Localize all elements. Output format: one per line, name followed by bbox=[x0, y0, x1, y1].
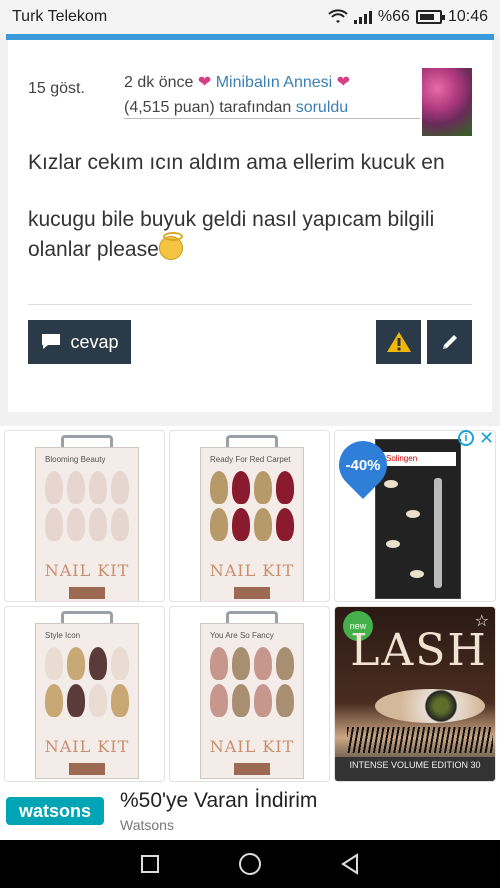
triangle-back-icon bbox=[341, 853, 358, 875]
leaf-pattern bbox=[410, 570, 424, 578]
pencil-icon bbox=[442, 335, 457, 349]
warning-icon bbox=[386, 332, 411, 352]
reply-label: cevap bbox=[70, 331, 119, 352]
nail-kit-label: NAIL KIT bbox=[209, 561, 295, 580]
report-button[interactable] bbox=[376, 320, 421, 364]
leaf-pattern bbox=[406, 510, 420, 518]
reply-button[interactable]: cevap bbox=[28, 320, 131, 364]
solingen-logo: Solingen bbox=[382, 452, 456, 466]
ad-banner[interactable]: watsons %50'ye Varan İndirim Watsons bbox=[0, 789, 500, 839]
angel-emoji-icon bbox=[158, 232, 183, 260]
home-button[interactable] bbox=[230, 844, 270, 884]
nails-image bbox=[45, 471, 129, 541]
question-text: Kızlar cekım ıcın aldım ama ellerim kucu… bbox=[28, 148, 478, 265]
heart-icon: ❤ bbox=[336, 74, 351, 91]
brand-logo bbox=[234, 587, 270, 599]
nail-file-image bbox=[434, 478, 442, 588]
actions-divider bbox=[28, 304, 472, 305]
product-subtitle: You Are So Fancy bbox=[210, 631, 274, 640]
lash-strip-image bbox=[347, 727, 493, 753]
lash-band: INTENSE VOLUME EDITION 30 bbox=[335, 757, 495, 781]
navigation-bar bbox=[0, 840, 500, 888]
view-count: 15 göst. bbox=[28, 80, 85, 97]
ad-tile[interactable]: Ready For Red Carpet NAIL KIT bbox=[169, 430, 330, 602]
ad-tile[interactable]: Blooming Beauty NAIL KIT bbox=[4, 430, 165, 602]
ad-tile[interactable]: new ☆ LASH INTENSE VOLUME EDITION 30 bbox=[334, 606, 496, 782]
circle-icon bbox=[239, 853, 261, 875]
leaf-pattern bbox=[386, 540, 400, 548]
ad-grid: Blooming Beauty NAIL KIT Ready For Red C… bbox=[0, 426, 500, 840]
discount-text: -40% bbox=[345, 456, 381, 474]
status-bar: Turk Telekom %66 10:46 bbox=[0, 0, 500, 34]
heart-icon: ❤ bbox=[197, 74, 212, 91]
battery-percent: %66 bbox=[377, 8, 410, 25]
clock: 10:46 bbox=[447, 8, 488, 25]
author-link[interactable]: Minibalın Annesi bbox=[216, 74, 333, 91]
ad-tile[interactable]: Solingen -40% bbox=[334, 430, 496, 602]
ad-advertiser: Watsons bbox=[120, 817, 174, 833]
nails-image bbox=[210, 471, 294, 541]
question-line-2: kucugu bile buyuk geldi nasıl yapıcam bi… bbox=[28, 205, 478, 265]
product-subtitle: Ready For Red Carpet bbox=[210, 455, 291, 464]
nails-image bbox=[45, 647, 129, 717]
status-icons: %66 10:46 bbox=[328, 8, 488, 26]
product-subtitle: Style Icon bbox=[45, 631, 81, 640]
leaf-pattern bbox=[384, 480, 398, 488]
nails-image bbox=[210, 647, 294, 717]
ad-tile[interactable]: You Are So Fancy NAIL KIT bbox=[169, 606, 330, 782]
battery-icon bbox=[415, 10, 445, 24]
meta-divider bbox=[124, 118, 420, 119]
nail-kit-label: NAIL KIT bbox=[44, 737, 130, 756]
watsons-logo: watsons bbox=[6, 797, 104, 825]
ad-tile[interactable]: Style Icon NAIL KIT bbox=[4, 606, 165, 782]
solingen-package: Solingen bbox=[375, 439, 461, 599]
nail-kit-label: NAIL KIT bbox=[209, 737, 295, 756]
author-points: (4,515 puan) bbox=[124, 99, 215, 116]
recents-button[interactable] bbox=[130, 844, 170, 884]
square-icon bbox=[141, 855, 159, 873]
wifi-icon bbox=[328, 9, 348, 23]
product-subtitle: Blooming Beauty bbox=[45, 455, 106, 464]
brand-logo bbox=[69, 587, 105, 599]
ad-close-icon[interactable]: ✕ bbox=[479, 428, 494, 449]
comment-icon bbox=[42, 334, 61, 349]
nail-kit-label: NAIL KIT bbox=[44, 561, 130, 580]
time-ago: 2 dk önce bbox=[124, 74, 194, 91]
question-line: kucugu bile buyuk geldi nasıl yapıcam bi… bbox=[28, 208, 435, 261]
lash-title: LASH bbox=[350, 625, 488, 676]
asked-link[interactable]: soruldu bbox=[296, 99, 348, 116]
brand-logo bbox=[234, 763, 270, 775]
brand-logo bbox=[69, 763, 105, 775]
ad-info-icon[interactable]: i bbox=[458, 430, 474, 446]
author-avatar[interactable] bbox=[422, 68, 472, 136]
back-button[interactable] bbox=[330, 844, 370, 884]
edit-button[interactable] bbox=[427, 320, 472, 364]
by-text: tarafından bbox=[219, 99, 292, 116]
eye-image bbox=[375, 689, 485, 723]
lash-package: new ☆ LASH INTENSE VOLUME EDITION 30 bbox=[335, 607, 495, 781]
question-line: Kızlar cekım ıcın aldım ama ellerim kucu… bbox=[28, 151, 445, 174]
question-card: 15 göst. 2 dk önce ❤ Minibalın Annesi ❤ … bbox=[8, 40, 492, 412]
ad-title: %50'ye Varan İndirim bbox=[120, 789, 318, 812]
carrier-name: Turk Telekom bbox=[12, 8, 108, 25]
signal-icon bbox=[353, 10, 372, 24]
post-meta: 2 dk önce ❤ Minibalın Annesi ❤ (4,515 pu… bbox=[124, 70, 350, 120]
